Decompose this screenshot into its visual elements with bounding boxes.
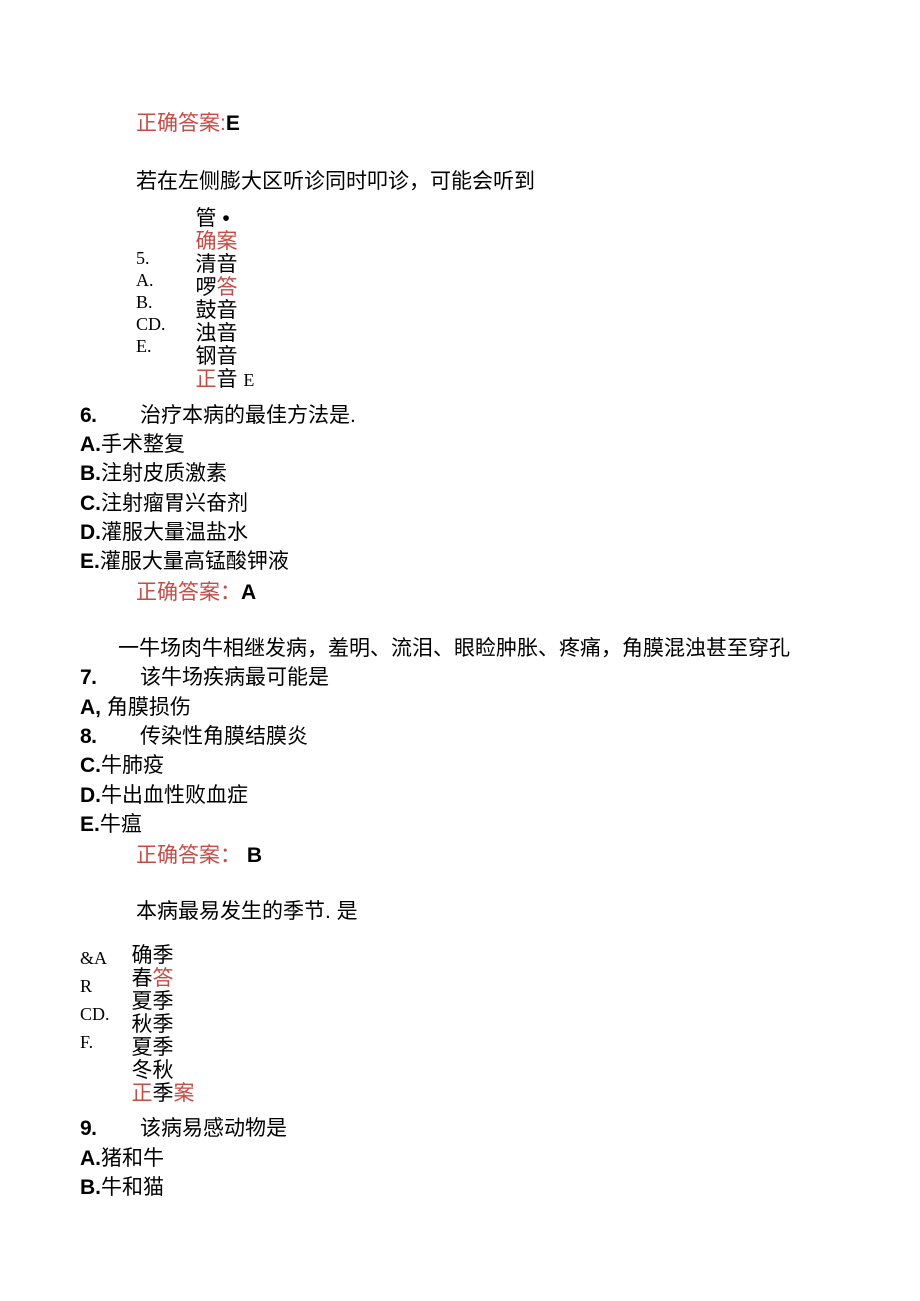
opt-val: 角膜损伤 xyxy=(107,696,191,719)
vert-label: E. xyxy=(136,335,166,357)
vert-text: 正季案 xyxy=(132,1082,195,1105)
q7-number: 7. xyxy=(80,664,108,692)
document-page: 正确答案:E 若在左侧膨大区听诊同时叩诊，可能会听到 5. A. B. CD. … xyxy=(0,0,920,1262)
opt-key: B. xyxy=(80,462,101,485)
opt-key: C. xyxy=(80,754,101,777)
q7-opt-d: D.牛出血性败血症 xyxy=(80,782,840,810)
q6-opt-a: A.手术整复 xyxy=(80,431,840,459)
q7-stem-text: 该牛场疾病最可能是 xyxy=(140,666,329,689)
q9-number: 9. xyxy=(80,1115,108,1143)
answer-label: 正确答案： xyxy=(136,581,241,604)
q5-stem: 若在左侧膨大区听诊同时叩诊，可能会听到 xyxy=(136,168,840,196)
opt-8-num: 8. xyxy=(80,723,108,751)
vert-label: 5. xyxy=(136,247,166,269)
q6-opt-d: D.灌服大量温盐水 xyxy=(80,519,840,547)
answer-line-b: 正确答案： B xyxy=(136,842,840,870)
vert-label: F. xyxy=(80,1028,110,1056)
vert-text: 管 • xyxy=(196,207,255,230)
answer-label: 正确答案: xyxy=(136,112,226,135)
opt-val: 灌服大量高锰酸钾液 xyxy=(100,550,289,573)
q5-vert-texts: 管 • 确案 清音 啰答 鼓音 浊音 钢音 正音 E xyxy=(196,207,255,392)
q7-opt-8-row: 8. 传染性角膜结膜炎 xyxy=(80,723,840,751)
vert-label: &A xyxy=(80,944,110,972)
q9-row: 9. 该病易感动物是 xyxy=(80,1115,840,1143)
q7-opt-e: E.牛瘟 xyxy=(80,811,840,839)
vert-text: 春答 xyxy=(132,967,195,990)
vert-text: 鼓音 xyxy=(196,299,255,322)
q7-opt-c: C.牛肺疫 xyxy=(80,752,840,780)
opt-8-text-inner: 传染性角膜结膜炎 xyxy=(140,725,308,748)
opt-val: 牛出血性败血症 xyxy=(101,784,248,807)
vert-text: 浊音 xyxy=(196,322,255,345)
q8-vert-labels: &A R CD. F. xyxy=(80,944,110,1056)
opt-val: 手术整复 xyxy=(101,433,185,456)
q9-stem-text: 该病易感动物是 xyxy=(140,1117,287,1140)
q6-stem-text: 治疗本病的最佳方法是. xyxy=(140,404,356,427)
q8-vertical-block: &A R CD. F. 确季 春答 夏季 秋季 夏季 冬秋 正季案 xyxy=(80,944,840,1105)
q8-stem: 本病最易发生的季节. 是 xyxy=(136,898,840,926)
answer-value: A xyxy=(241,581,256,604)
q6-number: 6. xyxy=(80,402,108,430)
opt-val: 牛瘟 xyxy=(100,813,142,836)
q7-opt-a: A, 角膜损伤 xyxy=(80,694,840,722)
opt-val: 注射瘤胃兴奋剂 xyxy=(101,492,248,515)
vert-text: 夏季 xyxy=(132,1036,195,1059)
opt-key: D. xyxy=(80,521,101,544)
case-intro: 一牛场肉牛相继发病，羞明、流泪、眼睑肿胀、疼痛，角膜混浊甚至穿孔 xyxy=(118,635,840,663)
q5-vert-labels: 5. A. B. CD. E. xyxy=(136,247,166,357)
q9-opt-b: B.牛和猫 xyxy=(80,1174,840,1202)
answer-label: 正确答案： xyxy=(136,844,241,867)
q6-opt-b: B.注射皮质激素 xyxy=(80,460,840,488)
opt-key: C. xyxy=(80,492,101,515)
q7-row: 7. 该牛场疾病最可能是 xyxy=(80,664,840,692)
answer-line-e: 正确答案:E xyxy=(136,110,840,138)
vert-label: CD. xyxy=(80,1000,110,1028)
opt-val: 注射皮质激素 xyxy=(101,462,227,485)
vert-text: 钢音 xyxy=(196,345,255,368)
q6-stem: 治疗本病的最佳方法是. xyxy=(140,402,840,430)
vert-label: R xyxy=(80,972,110,1000)
q6-opt-e: E.灌服大量高锰酸钾液 xyxy=(80,548,840,576)
answer-value: B xyxy=(247,844,262,867)
opt-key: A. xyxy=(80,1147,101,1170)
opt-key: E. xyxy=(80,813,100,836)
opt-val: 牛和猫 xyxy=(101,1176,164,1199)
vert-text: 确案 xyxy=(196,230,255,253)
opt-key: A, xyxy=(80,696,101,719)
opt-val: 灌服大量温盐水 xyxy=(101,521,248,544)
vert-text: 啰答 xyxy=(196,276,255,299)
opt-8-text: 传染性角膜结膜炎 xyxy=(140,723,840,751)
q5-vertical-block: 5. A. B. CD. E. 管 • 确案 清音 啰答 鼓音 浊音 钢音 正音… xyxy=(136,207,840,392)
opt-key: B. xyxy=(80,1176,101,1199)
q7-stem: 该牛场疾病最可能是 xyxy=(140,664,840,692)
vert-label: CD. xyxy=(136,313,166,335)
vert-text: 冬秋 xyxy=(132,1059,195,1082)
answer-value: E xyxy=(226,112,240,135)
q8-vert-texts: 确季 春答 夏季 秋季 夏季 冬秋 正季案 xyxy=(132,944,195,1105)
q6-row: 6. 治疗本病的最佳方法是. xyxy=(80,402,840,430)
q9-stem: 该病易感动物是 xyxy=(140,1115,840,1143)
vert-text: 正音 E xyxy=(196,368,255,392)
opt-key: E. xyxy=(80,550,100,573)
vert-text: 清音 xyxy=(196,253,255,276)
vert-text: 夏季 xyxy=(132,990,195,1013)
opt-val: 猪和牛 xyxy=(101,1147,164,1170)
opt-val: 牛肺疫 xyxy=(101,754,164,777)
answer-line-a: 正确答案：A xyxy=(136,579,840,607)
vert-label: A. xyxy=(136,269,166,291)
q9-opt-a: A.猪和牛 xyxy=(80,1145,840,1173)
q6-opt-c: C.注射瘤胃兴奋剂 xyxy=(80,490,840,518)
vert-text: 确季 xyxy=(132,944,195,967)
vert-label: B. xyxy=(136,291,166,313)
opt-key: A. xyxy=(80,433,101,456)
opt-key: D. xyxy=(80,784,101,807)
vert-text: 秋季 xyxy=(132,1013,195,1036)
